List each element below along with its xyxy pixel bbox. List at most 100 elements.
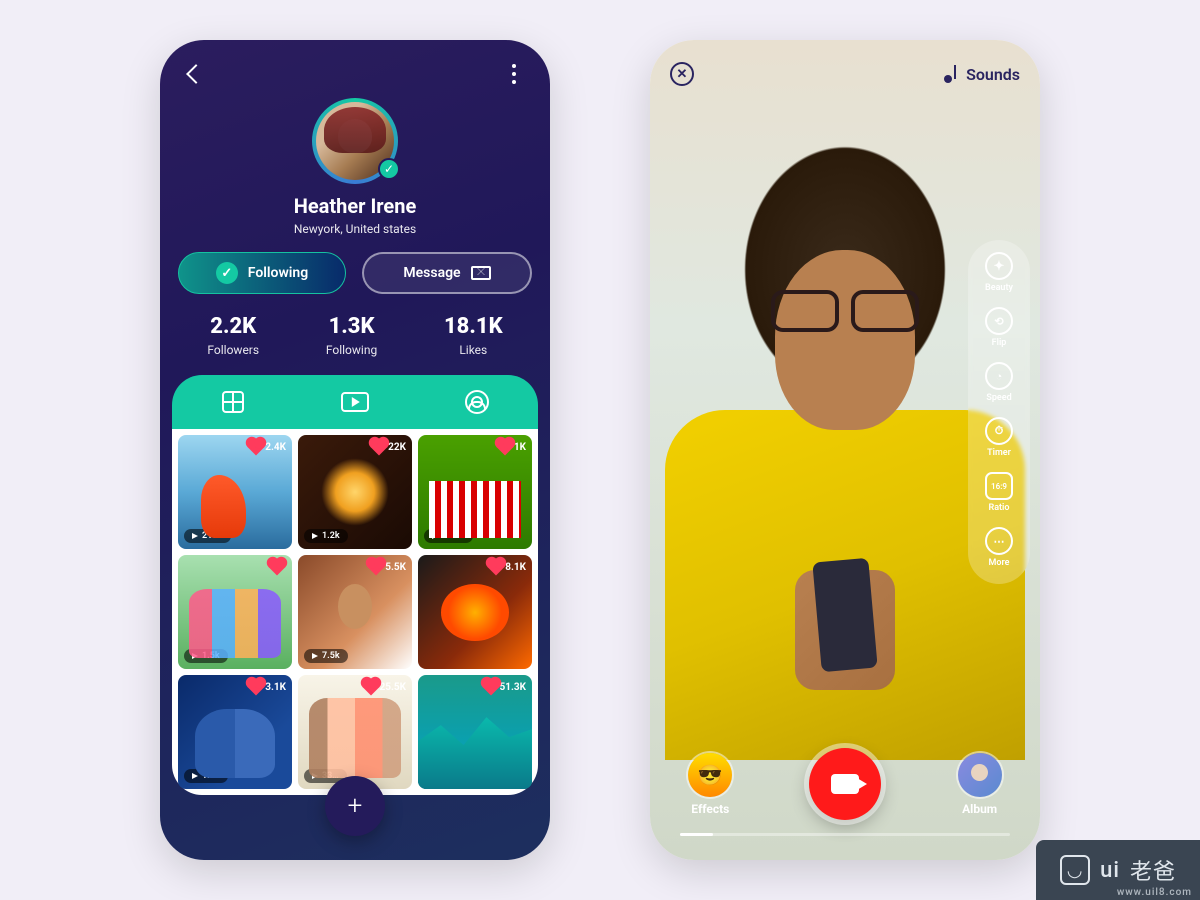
flip-icon: ⟲ — [985, 307, 1013, 335]
tab-grid[interactable] — [219, 388, 247, 416]
heart-icon — [248, 679, 265, 696]
watermark: ◡ ui 老爸 www.uil8.com — [1036, 840, 1200, 900]
heart-icon — [482, 679, 499, 696]
play-icon — [341, 392, 369, 412]
media-tile[interactable]: 25.5K 33… — [298, 675, 412, 789]
stat-value: 18.1K — [444, 314, 503, 339]
close-button[interactable]: ✕ — [670, 62, 694, 86]
album-icon — [958, 753, 1002, 797]
view-badge: 7.5k — [304, 649, 348, 663]
like-badge: 2.4K — [250, 441, 286, 453]
play-small-icon — [432, 533, 438, 539]
camera-topbar: ✕ Sounds — [670, 62, 1020, 86]
grid-icon — [222, 391, 244, 413]
kebab-icon — [512, 64, 516, 84]
media-tile[interactable]: 51.3K 78.2k — [418, 675, 532, 789]
speed-icon: ◔ — [985, 362, 1013, 390]
side-timer[interactable]: ⏱ Timer — [985, 417, 1013, 458]
stat-followers[interactable]: 2.2K Followers — [207, 314, 259, 357]
effects-icon: 😎 — [688, 753, 732, 797]
subject-phone — [812, 558, 877, 672]
avatar-ring[interactable]: ✓ — [312, 98, 398, 184]
profile-topbar — [160, 40, 550, 98]
media-grid: 2.4K 2155 22K 1.2k 1K 21.6k 1.5k 5.5K 7.… — [172, 429, 538, 795]
view-badge: 1.7k — [184, 769, 228, 783]
chevron-left-icon — [186, 64, 206, 84]
profile-header: ✓ Heather Irene Newyork, United states — [160, 98, 550, 236]
record-button[interactable] — [809, 748, 881, 820]
side-more[interactable]: ⋯ More — [985, 527, 1013, 568]
profile-location: Newyork, United states — [160, 222, 550, 236]
message-label: Message — [403, 265, 460, 281]
profile-action-row: ✓ Following Message — [178, 252, 532, 294]
back-button[interactable] — [180, 58, 212, 90]
play-small-icon — [432, 773, 438, 779]
timer-icon: ⏱ — [985, 417, 1013, 445]
like-badge: 22K — [373, 441, 406, 453]
like-badge: 25.5K — [365, 681, 406, 693]
media-tile[interactable]: 3.1K 1.7k — [178, 675, 292, 789]
media-tile[interactable]: 1.5k — [178, 555, 292, 669]
stat-label: Following — [326, 343, 377, 357]
heart-icon — [488, 559, 505, 576]
play-small-icon — [192, 533, 198, 539]
media-tile[interactable]: 1K 21.6k — [418, 435, 532, 549]
side-speed[interactable]: ◔ Speed — [985, 362, 1013, 403]
following-button[interactable]: ✓ Following — [178, 252, 346, 294]
effects-button[interactable]: 😎 Effects — [688, 753, 732, 816]
view-badge: 78.2k — [424, 769, 473, 783]
camera-bottom-controls: 😎 Effects Album — [650, 748, 1040, 820]
heart-icon — [368, 559, 385, 576]
heart-icon — [248, 439, 265, 456]
media-tile[interactable]: 5.5K 7.5k — [298, 555, 412, 669]
media-tile[interactable]: 8.1K — [418, 555, 532, 669]
record-progress[interactable] — [680, 833, 1010, 836]
heart-icon — [269, 559, 286, 576]
heart-icon — [371, 439, 388, 456]
watermark-text: 老爸 — [1130, 854, 1176, 886]
view-badge: 1.5k — [184, 649, 228, 663]
fab-create[interactable]: + — [325, 776, 385, 836]
tab-videos[interactable] — [341, 388, 369, 416]
camera-side-panel: Beauty ⟲ Flip ◔ Speed ⏱ Timer 16:9 Ratio… — [968, 240, 1030, 584]
like-badge: 8.1K — [490, 561, 526, 573]
profile-name: Heather Irene — [160, 194, 550, 218]
stat-label: Followers — [207, 343, 259, 357]
video-camera-icon — [831, 774, 859, 794]
sounds-button[interactable]: Sounds — [944, 65, 1020, 84]
like-badge: 3.1K — [250, 681, 286, 693]
like-badge: 5.5K — [370, 561, 406, 573]
side-flip[interactable]: ⟲ Flip — [985, 307, 1013, 348]
watermark-logo-icon: ◡ — [1060, 855, 1090, 885]
like-badge: 51.3K — [485, 681, 526, 693]
stat-label: Likes — [444, 343, 503, 357]
view-badge: 2155 — [184, 529, 231, 543]
stats-row: 2.2K Followers 1.3K Following 18.1K Like… — [174, 314, 536, 357]
menu-button[interactable] — [498, 58, 530, 90]
stat-value: 1.3K — [326, 314, 377, 339]
ratio-icon: 16:9 — [985, 472, 1013, 500]
heart-icon — [496, 439, 513, 456]
play-small-icon — [312, 533, 318, 539]
watermark-brand: ui — [1100, 858, 1120, 883]
media-tile[interactable]: 22K 1.2k — [298, 435, 412, 549]
side-beauty[interactable]: Beauty — [985, 252, 1013, 293]
more-icon: ⋯ — [985, 527, 1013, 555]
subject-glasses — [771, 290, 919, 332]
message-button[interactable]: Message — [362, 252, 532, 294]
media-tile[interactable]: 2.4K 2155 — [178, 435, 292, 549]
watermark-url: www.uil8.com — [1117, 887, 1192, 898]
mail-icon — [471, 266, 491, 280]
side-ratio[interactable]: 16:9 Ratio — [985, 472, 1013, 513]
view-badge: 21.6k — [424, 529, 473, 543]
tab-tagged[interactable] — [463, 388, 491, 416]
play-small-icon — [192, 773, 198, 779]
content-tabbar — [172, 375, 538, 429]
phone-profile: ✓ Heather Irene Newyork, United states ✓… — [160, 40, 550, 860]
stat-likes[interactable]: 18.1K Likes — [444, 314, 503, 357]
heart-icon — [362, 679, 379, 696]
stat-following[interactable]: 1.3K Following — [326, 314, 377, 357]
play-small-icon — [312, 653, 318, 659]
sounds-label: Sounds — [966, 65, 1020, 84]
album-button[interactable]: Album — [958, 753, 1002, 816]
